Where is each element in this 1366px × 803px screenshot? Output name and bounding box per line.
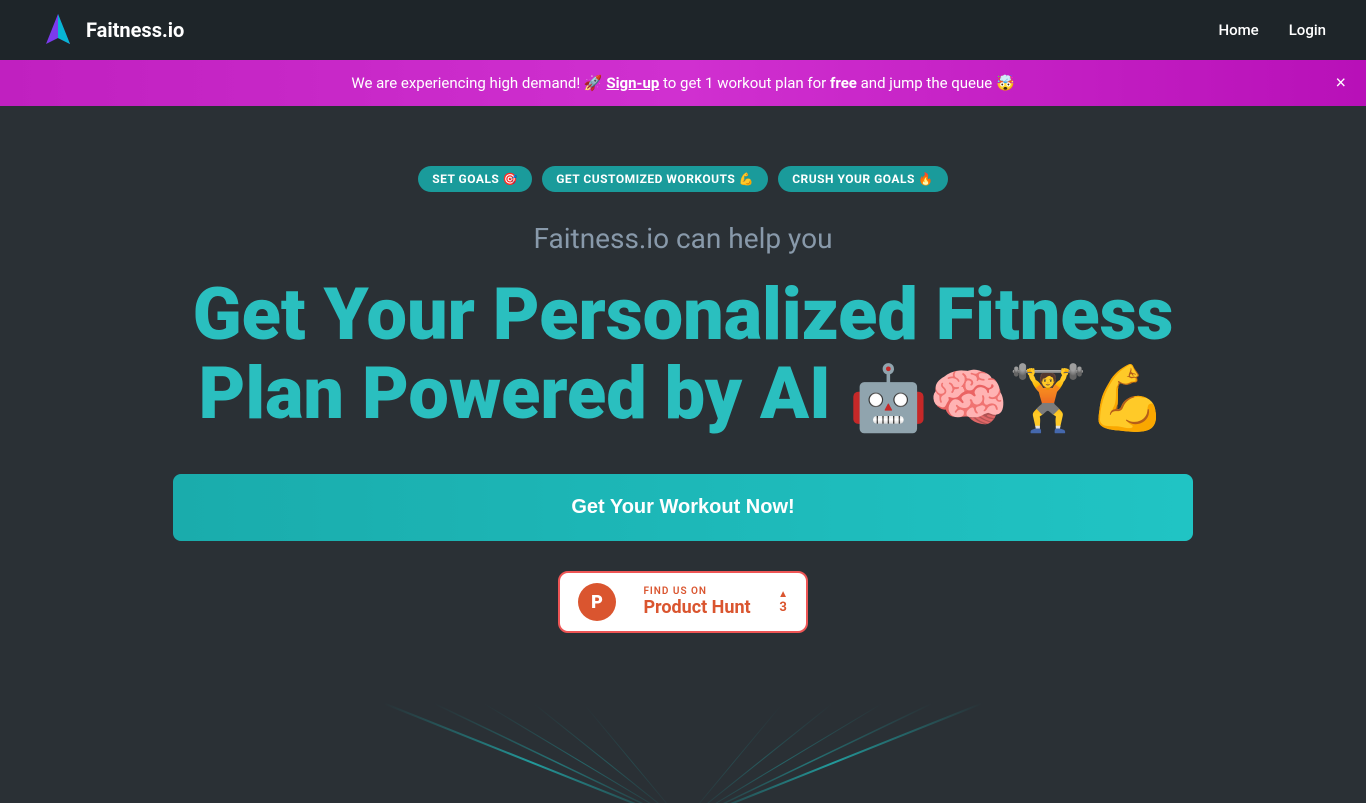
product-hunt-logo: P — [578, 583, 616, 621]
banner-text: We are experiencing high demand! 🚀 Sign-… — [351, 74, 1014, 92]
bottom-visual — [0, 703, 1366, 803]
badge-get-workouts[interactable]: GET CUSTOMIZED WORKOUTS 💪 — [542, 166, 768, 192]
logo[interactable]: Faitness.io — [40, 12, 184, 48]
hero-line1: Get Your Personalized Fitness — [193, 272, 1174, 357]
nav-links: Home Login — [1218, 21, 1326, 39]
product-hunt-text: FIND US ON Product Hunt — [643, 586, 750, 618]
navbar: Faitness.io Home Login — [0, 0, 1366, 60]
product-hunt-name: Product Hunt — [643, 597, 750, 618]
banner-text-before: We are experiencing high demand! 🚀 — [351, 74, 606, 92]
hero-line2: Plan Powered by AI — [198, 351, 830, 436]
logo-text: Faitness.io — [86, 18, 184, 42]
announcement-banner: We are experiencing high demand! 🚀 Sign-… — [0, 60, 1366, 106]
banner-text-end: and jump the queue 🤯 — [857, 74, 1015, 92]
product-hunt-badge[interactable]: P FIND US ON Product Hunt ▲ 3 — [558, 571, 808, 633]
logo-icon — [40, 12, 76, 48]
product-hunt-vote-count: 3 — [779, 600, 786, 615]
product-hunt-find-us: FIND US ON — [643, 586, 750, 597]
nav-login[interactable]: Login — [1289, 21, 1326, 39]
product-hunt-arrow: ▲ — [778, 589, 788, 600]
banner-bold-text: free — [830, 74, 857, 92]
cta-button[interactable]: Get Your Workout Now! — [173, 474, 1193, 541]
step-badges: SET GOALS 🎯 GET CUSTOMIZED WORKOUTS 💪 CR… — [418, 166, 948, 192]
hero-headline: Get Your Personalized Fitness Plan Power… — [193, 275, 1174, 434]
product-hunt-votes: ▲ 3 — [778, 589, 788, 615]
main-content: SET GOALS 🎯 GET CUSTOMIZED WORKOUTS 💪 CR… — [0, 106, 1366, 673]
banner-close-button[interactable]: × — [1335, 73, 1346, 94]
badge-crush-goals[interactable]: CRUSH YOUR GOALS 🔥 — [778, 166, 948, 192]
hero-emojis: 🤖🧠🏋️💪 — [849, 361, 1168, 436]
nav-home[interactable]: Home — [1218, 21, 1258, 39]
hero-subtitle: Faitness.io can help you — [533, 222, 832, 255]
badge-set-goals[interactable]: SET GOALS 🎯 — [418, 166, 532, 192]
banner-text-middle: to get 1 workout plan for — [659, 74, 830, 92]
glow-lines-svg — [383, 703, 983, 803]
banner-signup-link[interactable]: Sign-up — [606, 74, 659, 92]
